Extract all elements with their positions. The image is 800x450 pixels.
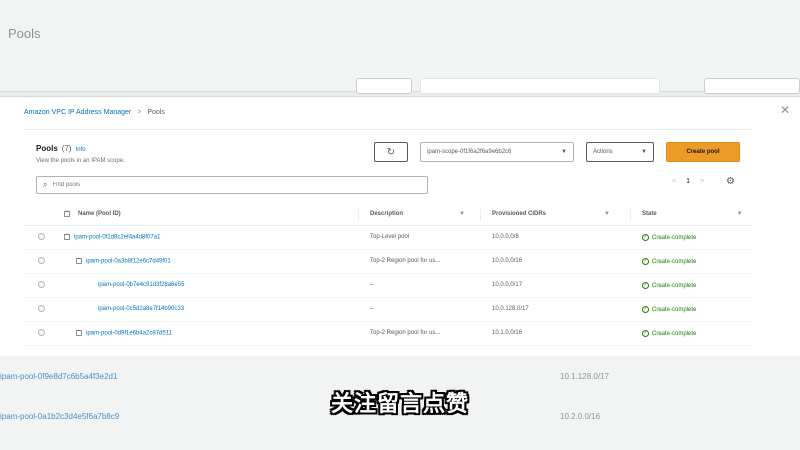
pool-count: (7) <box>61 144 72 153</box>
pool-state-text: Create-complete <box>652 330 697 337</box>
search-input[interactable] <box>52 182 393 188</box>
collapse-icon[interactable] <box>76 256 82 264</box>
pool-state-text: Create-complete <box>652 306 697 313</box>
breadcrumb-parent[interactable]: Amazon VPC IP Address Manager <box>24 109 131 116</box>
background-dropdown[interactable] <box>704 78 800 94</box>
table-row[interactable]: ipam-pool-0a3b8f12e6c7d49f01 Top-2 Region… <box>24 250 752 274</box>
pool-id-link[interactable]: ipam-pool-0c5d2a8e7f14b90c33 <box>98 306 184 312</box>
pool-state-text: Create-complete <box>652 258 697 265</box>
info-link[interactable]: Info <box>76 147 86 153</box>
sort-icon: ▼ <box>604 211 610 217</box>
pool-name-cell: ipam-pool-0d9f1e6b4a2c87d511 <box>76 328 172 337</box>
background-search[interactable] <box>420 78 660 94</box>
video-subtitle: 关注留言点赞 <box>330 392 469 417</box>
search-icon: ⌕ <box>43 180 48 189</box>
create-pool-button[interactable]: Create pool <box>666 142 740 162</box>
row-select-radio[interactable] <box>38 281 45 288</box>
pool-name-cell: ipam-pool-0b7e4c91d3f28a6e55 <box>98 282 184 288</box>
pool-id-link[interactable]: ipam-pool-0f1d8c2ef4a4d8f07a1 <box>74 235 160 241</box>
success-check-icon: ✓ <box>642 258 649 265</box>
pool-id-link[interactable]: ipam-pool-0d9f1e6b4a2c87d511 <box>86 331 172 337</box>
card-description: View the pools in an IPAM scope. <box>36 158 125 164</box>
refresh-icon: ↻ <box>386 146 396 158</box>
search-bar: ⌕ <box>36 176 428 194</box>
table-body: ipam-pool-0f1d8c2ef4a4d8f07a1 Top-Level p… <box>24 226 752 346</box>
pool-name-cell: ipam-pool-0f1d8c2ef4a4d8f07a1 <box>64 232 160 241</box>
success-check-icon: ✓ <box>642 282 649 289</box>
pool-id-link[interactable]: ipam-pool-0a3b8f12e6c7d49f01 <box>86 259 171 265</box>
breadcrumb: Amazon VPC IP Address Manager > Pools <box>24 109 165 116</box>
background-row[interactable]: ipam-pool-0f9e8d7c6b5a4f3e2d1 10.1.128.0… <box>0 372 609 381</box>
column-header-cidrs[interactable]: Provisioned CIDRs ▼ <box>492 211 610 217</box>
card-title: Pools (7) Info <box>36 144 86 153</box>
table-row[interactable]: ipam-pool-0f1d8c2ef4a4d8f07a1 Top-Level p… <box>24 226 752 250</box>
table-row[interactable]: ipam-pool-0d9f1e6b4a2c87d511 Top-2 Region… <box>24 322 752 346</box>
collapse-icon[interactable] <box>76 328 82 336</box>
column-header-description[interactable]: Description ▼ <box>370 211 465 217</box>
pools-card: Pools (7) Info View the pools in an IPAM… <box>24 129 752 353</box>
breadcrumb-current: Pools <box>147 109 165 116</box>
background-button[interactable] <box>356 78 412 94</box>
pool-name-cell: ipam-pool-0c5d2a8e7f14b90c33 <box>98 306 184 312</box>
pool-state-cell: ✓ Create-complete <box>642 282 696 289</box>
pool-description-cell: Top-Level pool <box>370 234 410 240</box>
actions-dropdown[interactable]: Actions ▼ <box>586 142 654 162</box>
close-icon[interactable]: ✕ <box>778 103 792 117</box>
pagination: < 1 > <box>672 178 704 185</box>
scope-select-value: ipam-scope-0f1f6a2f6a9e6b2c6 <box>427 149 512 155</box>
row-select-radio[interactable] <box>38 257 45 264</box>
row-select-radio[interactable] <box>38 329 45 336</box>
success-check-icon: ✓ <box>642 306 649 313</box>
next-page-button[interactable]: > <box>700 178 704 185</box>
caret-down-icon: ▼ <box>641 149 647 155</box>
pool-name-cell: ipam-pool-0a3b8f12e6c7d49f01 <box>76 256 171 265</box>
sort-icon: ▼ <box>459 211 465 217</box>
pool-description-cell: Top-2 Region pool for us... <box>370 330 441 336</box>
column-header-name[interactable]: Name (Pool ID) <box>64 209 121 217</box>
success-check-icon: ✓ <box>642 234 649 241</box>
actions-label: Actions <box>593 149 613 155</box>
pool-state-cell: ✓ Create-complete <box>642 306 696 313</box>
background-row-name[interactable]: ipam-pool-0f9e8d7c6b5a4f3e2d1 <box>0 372 117 381</box>
row-select-radio[interactable] <box>38 233 45 240</box>
table-header: Name (Pool ID) Description ▼ Provisioned… <box>24 204 752 226</box>
background-toolbar <box>0 74 800 94</box>
pool-description-cell: – <box>370 282 374 288</box>
pool-cidr-cell: 10.0.0.0/17 <box>492 282 523 288</box>
caret-down-icon: ▼ <box>561 149 567 155</box>
table-row[interactable]: ipam-pool-0c5d2a8e7f14b90c33 – 10.0.128.0/… <box>24 298 752 322</box>
sort-icon: ▼ <box>736 211 743 217</box>
page-number[interactable]: 1 <box>686 178 690 185</box>
pool-state-cell: ✓ Create-complete <box>642 234 696 241</box>
scope-select[interactable]: ipam-scope-0f1f6a2f6a9e6b2c6 ▼ <box>420 142 574 162</box>
pool-state-text: Create-complete <box>652 234 697 241</box>
collapse-icon[interactable] <box>64 232 70 240</box>
background-row-cidr: 10.1.128.0/17 <box>560 372 609 381</box>
pool-cidr-cell: 10.0.0.0/8 <box>492 234 519 240</box>
pool-cidr-cell: 10.1.0.0/16 <box>492 330 523 336</box>
pool-description-cell: Top-2 Region pool for us... <box>370 258 441 264</box>
row-select-radio[interactable] <box>38 305 45 312</box>
collapse-all-icon[interactable] <box>64 209 70 217</box>
pool-id-link[interactable]: ipam-pool-0b7e4c91d3f28a6e55 <box>98 282 184 288</box>
column-header-state[interactable]: State ▼ <box>642 211 743 217</box>
pool-state-cell: ✓ Create-complete <box>642 330 696 337</box>
pools-table: Name (Pool ID) Description ▼ Provisioned… <box>24 204 752 346</box>
card-title-text: Pools <box>36 144 58 153</box>
background-header: Pools <box>0 0 800 94</box>
pool-cidr-cell: 10.0.0.0/16 <box>492 258 523 264</box>
pool-description-cell: – <box>370 306 374 312</box>
pool-state-cell: ✓ Create-complete <box>642 258 696 265</box>
pool-state-text: Create-complete <box>652 282 697 289</box>
gear-icon[interactable]: ⚙ <box>726 176 735 187</box>
pools-modal: ✕ Amazon VPC IP Address Manager > Pools … <box>0 96 800 356</box>
background-page-title: Pools <box>8 26 41 41</box>
success-check-icon: ✓ <box>642 330 649 337</box>
breadcrumb-separator: > <box>137 109 142 116</box>
table-row[interactable]: ipam-pool-0b7e4c91d3f28a6e55 – 10.0.0.0/17… <box>24 274 752 298</box>
prev-page-button[interactable]: < <box>672 178 676 185</box>
refresh-button[interactable]: ↻ <box>374 142 408 162</box>
pool-cidr-cell: 10.0.128.0/17 <box>492 306 529 312</box>
